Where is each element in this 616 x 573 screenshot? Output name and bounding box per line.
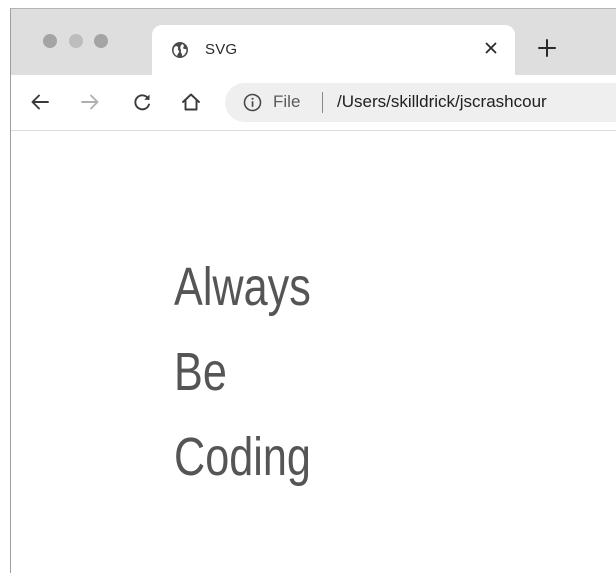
address-bar[interactable]: File /Users/skilldrick/jscrashcour — [225, 83, 616, 122]
omnibox-divider — [322, 92, 323, 113]
toolbar: File /Users/skilldrick/jscrashcour — [11, 75, 616, 131]
plus-icon[interactable] — [536, 37, 558, 59]
page-content: Always Be Coding — [11, 131, 616, 573]
close-icon[interactable] — [481, 38, 501, 58]
svg-text-line: Always — [174, 257, 311, 317]
url-text[interactable]: /Users/skilldrick/jscrashcour — [337, 92, 547, 112]
tab-title: SVG — [205, 41, 238, 58]
close-window-button[interactable] — [43, 34, 57, 48]
globe-icon — [172, 42, 188, 58]
scheme-label: File — [273, 92, 301, 111]
home-icon[interactable] — [180, 91, 202, 113]
minimize-window-button[interactable] — [69, 34, 83, 48]
reload-icon[interactable] — [131, 91, 153, 113]
svg-text-line: Be — [174, 342, 227, 402]
browser-window: SVG File /Users/skilldrick/jscrashcour A… — [10, 8, 616, 573]
maximize-window-button[interactable] — [94, 34, 108, 48]
info-icon[interactable] — [243, 93, 262, 112]
arrow-left-icon[interactable] — [29, 91, 51, 113]
tab-strip: SVG — [11, 9, 616, 75]
svg-text-line: Coding — [174, 427, 311, 487]
tab-svg[interactable]: SVG — [152, 25, 515, 75]
arrow-right-icon[interactable] — [79, 91, 101, 113]
